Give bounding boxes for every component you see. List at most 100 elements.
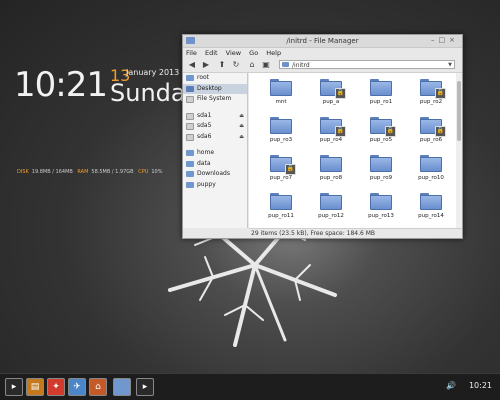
folder-item[interactable]: 🔒 pup_ro5: [357, 115, 405, 153]
taskbar-clock[interactable]: 10:21: [469, 381, 492, 390]
desktop-icon: [186, 85, 194, 92]
ram-label: RAM: [77, 169, 89, 175]
file-manager-window[interactable]: /initrd - File Manager –□× File Edit Vie…: [182, 34, 463, 239]
vertical-scrollbar[interactable]: [456, 73, 462, 228]
web-browser-icon[interactable]: ⌂: [89, 378, 107, 396]
folder-icon: [420, 155, 442, 172]
folder-icon: 🔒: [320, 79, 346, 99]
sidebar-item-downloads[interactable]: Downloads: [183, 169, 247, 180]
sidebar-item-label: home: [197, 149, 215, 156]
folder-icon: [186, 75, 194, 81]
close-icon[interactable]: ×: [449, 36, 459, 44]
sidebar-item-label: File System: [197, 95, 232, 102]
volume-icon[interactable]: 🔊: [446, 381, 456, 390]
folder-item[interactable]: 🔒 pup_ro6: [407, 115, 455, 153]
folder-icon: 🔒: [320, 117, 346, 137]
maximize-icon[interactable]: □: [439, 36, 450, 44]
folder-item[interactable]: pup_ro1: [357, 77, 405, 115]
file-view[interactable]: mnt 🔒 pup_a pup_ro1 🔒 pup_ro2 pup_ro3 🔒 pup_ro4 🔒…: [249, 73, 456, 228]
folder-name: pup_ro4: [319, 137, 343, 143]
folder-item[interactable]: pup_ro11: [257, 191, 305, 228]
folder-icon: [370, 193, 392, 210]
folder-icon: [186, 160, 194, 167]
package-manager-icon[interactable]: ✈: [68, 378, 86, 396]
scrollbar-thumb[interactable]: [457, 81, 461, 141]
up-icon[interactable]: ⬆: [217, 60, 227, 70]
back-icon[interactable]: ◀: [187, 60, 197, 70]
terminal-task-icon[interactable]: ▸: [136, 378, 154, 396]
folder-icon: 🔒: [370, 117, 396, 137]
file-manager-task-icon[interactable]: [113, 378, 131, 396]
folder-item[interactable]: pup_ro14: [407, 191, 455, 228]
chevron-down-icon[interactable]: ▼: [448, 61, 452, 70]
sidebar-item-sda6[interactable]: sda6 ⏏: [183, 132, 247, 143]
sidebar-item-file-system[interactable]: File System: [183, 94, 247, 105]
folder-icon: [270, 79, 292, 96]
folder-item[interactable]: pup_ro8: [307, 153, 355, 191]
home-icon[interactable]: ⌂: [247, 60, 257, 70]
folder-icon: [282, 62, 289, 67]
sidebar-item-data[interactable]: data: [183, 159, 247, 170]
folder-item[interactable]: pup_ro3: [257, 115, 305, 153]
menu-help[interactable]: Help: [266, 49, 281, 57]
sidebar-item-sda1[interactable]: sda1 ⏏: [183, 111, 247, 122]
reload-icon[interactable]: ↻: [231, 60, 241, 70]
folder-name: pup_ro9: [369, 175, 393, 181]
taskbar: ▸ ▤ ✦ ✈ ⌂ ▸ 🔊 10:21: [0, 373, 500, 400]
terminal-icon[interactable]: ▣: [261, 60, 271, 70]
folder-icon: 🔒: [420, 79, 446, 99]
eject-icon[interactable]: ⏏: [239, 121, 244, 132]
window-titlebar[interactable]: /initrd - File Manager –□×: [183, 35, 462, 48]
drive-icon: [186, 112, 194, 120]
folder-name: pup_ro1: [369, 99, 393, 105]
lock-icon: 🔒: [435, 88, 446, 99]
terminal-launcher-icon[interactable]: ▸: [5, 378, 23, 396]
status-bar: 29 items (23.5 kB), Free space: 184.6 MB: [249, 228, 462, 239]
system-monitor-icon[interactable]: ▤: [26, 378, 44, 396]
menu-go[interactable]: Go: [249, 49, 258, 57]
folder-item[interactable]: mnt: [257, 77, 305, 115]
folder-item[interactable]: 🔒 pup_ro2: [407, 77, 455, 115]
folder-item[interactable]: pup_ro10: [407, 153, 455, 191]
sidebar-item-sda5[interactable]: sda5 ⏏: [183, 121, 247, 132]
sidebar-item-puppy[interactable]: puppy: [183, 180, 247, 191]
lock-icon: 🔒: [285, 164, 296, 175]
menu-view[interactable]: View: [226, 49, 241, 57]
folder-name: pup_ro3: [269, 137, 293, 143]
drive-icon: [186, 123, 194, 130]
sidebar: root Desktop File System sda1 ⏏ sda5 ⏏ sda6 ⏏ hom…: [183, 73, 248, 228]
address-bar[interactable]: /initrd ▼: [279, 60, 455, 69]
drive-icon: [186, 96, 194, 103]
folder-item[interactable]: 🔒 pup_ro7: [257, 153, 305, 191]
folder-icon: [270, 117, 292, 134]
eject-icon[interactable]: ⏏: [239, 132, 244, 143]
folder-item[interactable]: pup_ro12: [307, 191, 355, 228]
sidebar-item-label: data: [197, 159, 211, 167]
menu-bar: File Edit View Go Help: [183, 48, 462, 58]
window-controls: –□×: [431, 36, 459, 44]
folder-item[interactable]: 🔒 pup_ro4: [307, 115, 355, 153]
folder-item[interactable]: pup_ro13: [357, 191, 405, 228]
eject-icon[interactable]: ⏏: [239, 111, 244, 122]
apps-menu-icon[interactable]: ✦: [47, 378, 65, 396]
sidebar-item-root[interactable]: root: [183, 73, 247, 84]
folder-name: pup_ro12: [318, 213, 344, 219]
ram-value: 58.5MB / 1.97GB: [91, 169, 134, 175]
sidebar-item-desktop[interactable]: Desktop: [183, 83, 247, 94]
folder-name: pup_ro5: [369, 137, 393, 143]
folder-name: pup_ro13: [368, 213, 394, 219]
toolbar: ◀ ▶ ⬆ ↻ ⌂ ▣ /initrd ▼: [183, 58, 462, 73]
sidebar-item-home[interactable]: home: [183, 148, 247, 159]
folder-icon: [320, 193, 342, 210]
folder-item[interactable]: pup_ro9: [357, 153, 405, 191]
sidebar-item-label: sda6: [197, 132, 212, 140]
forward-icon[interactable]: ▶: [201, 60, 211, 70]
menu-edit[interactable]: Edit: [205, 49, 218, 57]
folder-name: pup_ro11: [268, 213, 294, 219]
folder-name: pup_ro8: [319, 175, 343, 181]
drive-icon: [186, 133, 194, 141]
minimize-icon[interactable]: –: [431, 36, 439, 44]
folder-item[interactable]: 🔒 pup_a: [307, 77, 355, 115]
menu-file[interactable]: File: [186, 49, 197, 57]
lock-icon: 🔒: [335, 126, 346, 137]
